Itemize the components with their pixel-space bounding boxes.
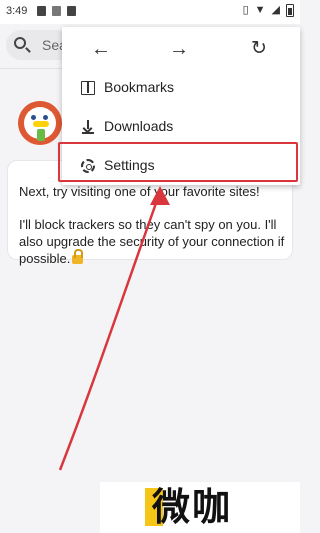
watermark-text: 微咖 (152, 485, 233, 529)
menu-item-label: Downloads (104, 118, 174, 134)
menu-nav-row: ← → ↻ (62, 27, 300, 71)
duck-avatar-icon (18, 101, 62, 145)
search-icon (14, 37, 26, 49)
arrow-left-icon[interactable]: ← (89, 37, 113, 61)
onboarding-text: Next, try visiting one of your favorite … (19, 183, 291, 267)
onboarding-line-1: Next, try visiting one of your favorite … (19, 184, 260, 199)
refresh-icon[interactable]: ↻ (247, 37, 271, 61)
bottom-strip (0, 506, 100, 533)
menu-item-downloads[interactable]: Downloads (62, 108, 300, 146)
notification-icon (37, 6, 46, 16)
status-notifications (37, 6, 76, 16)
notification-icon (67, 6, 76, 16)
battery-icon (286, 4, 294, 17)
overflow-menu: ← → ↻ Bookmarks Downloads Settings (62, 27, 300, 185)
lock-icon (72, 249, 84, 264)
wifi-icon: ▼ (254, 4, 266, 16)
menu-item-label: Bookmarks (104, 79, 175, 95)
vibrate-icon: ▯ (242, 4, 249, 16)
gear-icon (81, 159, 95, 173)
book-icon (81, 81, 95, 95)
menu-item-label: Settings (104, 157, 155, 173)
status-system-icons: ▯ ▼ ◢ (243, 4, 294, 17)
menu-item-settings[interactable]: Settings (62, 147, 300, 185)
signal-icon: ◢ (271, 4, 280, 16)
status-time: 3:49 (6, 5, 28, 17)
sim-icon (52, 6, 61, 16)
status-bar: 3:49 ▯ ▼ ◢ (0, 0, 300, 24)
arrow-right-icon[interactable]: → (167, 37, 191, 61)
download-icon (81, 120, 95, 134)
menu-item-bookmarks[interactable]: Bookmarks (62, 69, 300, 107)
onboarding-line-2: I'll block trackers so they can't spy on… (19, 217, 285, 266)
watermark-logo: 微咖 (100, 482, 300, 533)
